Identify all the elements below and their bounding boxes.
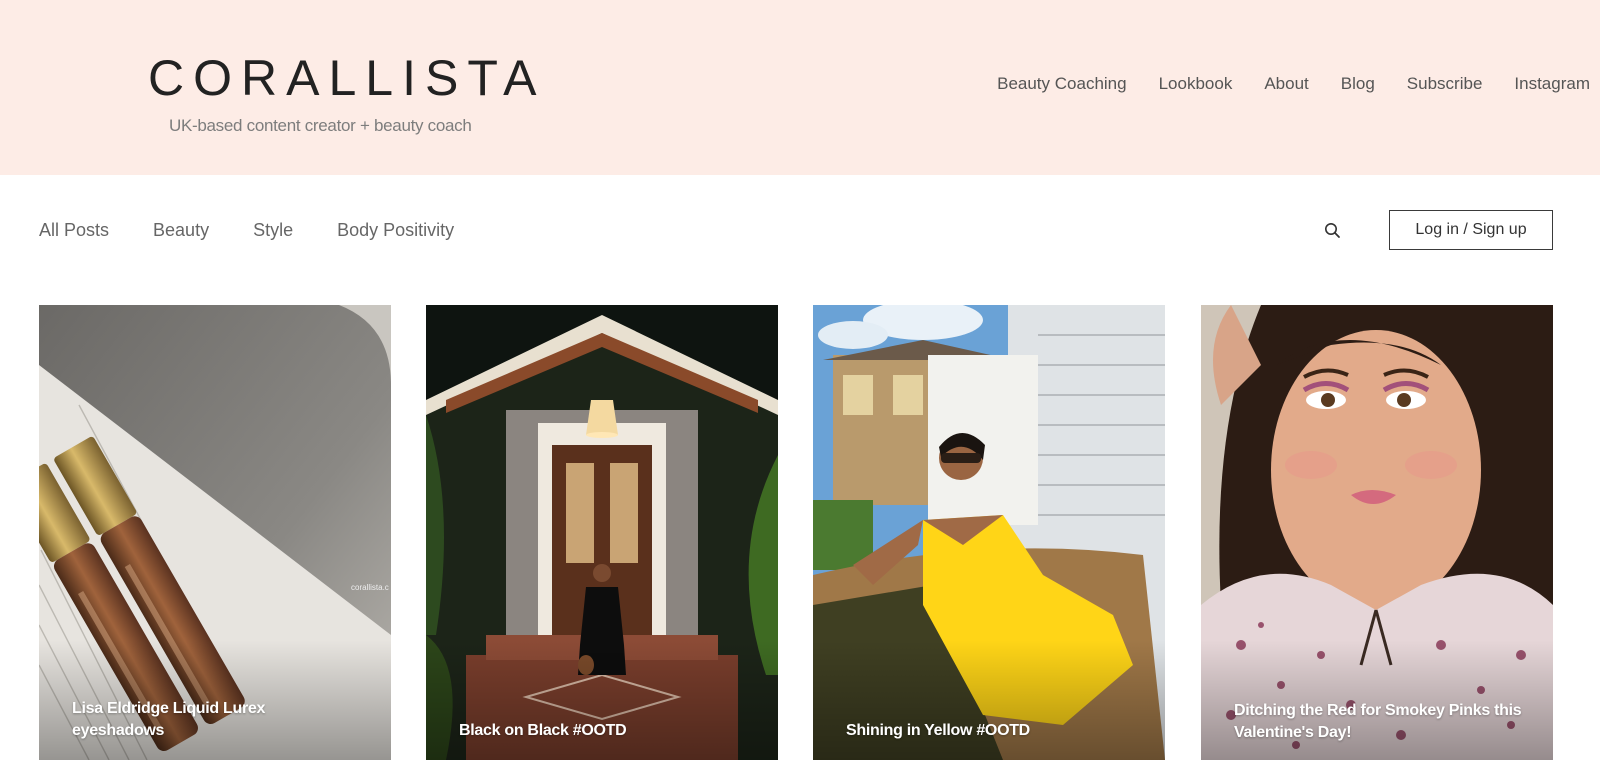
category-list: All Posts Beauty Style Body Positivity [39, 220, 498, 241]
nav-blog[interactable]: Blog [1325, 74, 1391, 94]
photo-watermark: corallista.c [351, 583, 389, 592]
post-card[interactable]: Black on Black #OOTD [426, 305, 778, 760]
post-overlay [426, 640, 778, 760]
category-style[interactable]: Style [253, 220, 293, 241]
post-overlay [813, 640, 1165, 760]
nav-instagram[interactable]: Instagram [1498, 74, 1590, 94]
nav-subscribe[interactable]: Subscribe [1391, 74, 1499, 94]
nav-about[interactable]: About [1248, 74, 1324, 94]
site-header: CORALLISTA UK-based content creator + be… [0, 0, 1600, 175]
post-card[interactable]: corallista.c Lisa Eldridge Liquid Lurex … [39, 305, 391, 760]
post-title[interactable]: Lisa Eldridge Liquid Lurex eyeshadows [72, 698, 361, 742]
brand-logo[interactable]: CORALLISTA [148, 48, 546, 108]
post-card[interactable]: Ditching the Red for Smokey Pinks this V… [1201, 305, 1553, 760]
blog-category-bar: All Posts Beauty Style Body Positivity L… [0, 175, 1600, 300]
nav-lookbook[interactable]: Lookbook [1143, 74, 1249, 94]
search-icon[interactable] [1323, 221, 1343, 241]
post-card[interactable]: Shining in Yellow #OOTD [813, 305, 1165, 760]
post-title[interactable]: Ditching the Red for Smokey Pinks this V… [1234, 700, 1523, 744]
login-signup-button[interactable]: Log in / Sign up [1389, 210, 1553, 250]
brand-tagline: UK-based content creator + beauty coach [169, 116, 472, 135]
main-nav: Beauty Coaching Lookbook About Blog Subs… [981, 74, 1590, 94]
nav-beauty-coaching[interactable]: Beauty Coaching [981, 74, 1142, 94]
category-body-positivity[interactable]: Body Positivity [337, 220, 454, 241]
category-all-posts[interactable]: All Posts [39, 220, 109, 241]
post-grid: corallista.c Lisa Eldridge Liquid Lurex … [39, 305, 1553, 760]
brand[interactable]: CORALLISTA UK-based content creator + be… [148, 48, 546, 135]
post-title[interactable]: Black on Black #OOTD [459, 720, 748, 742]
category-beauty[interactable]: Beauty [153, 220, 209, 241]
post-title[interactable]: Shining in Yellow #OOTD [846, 720, 1135, 742]
